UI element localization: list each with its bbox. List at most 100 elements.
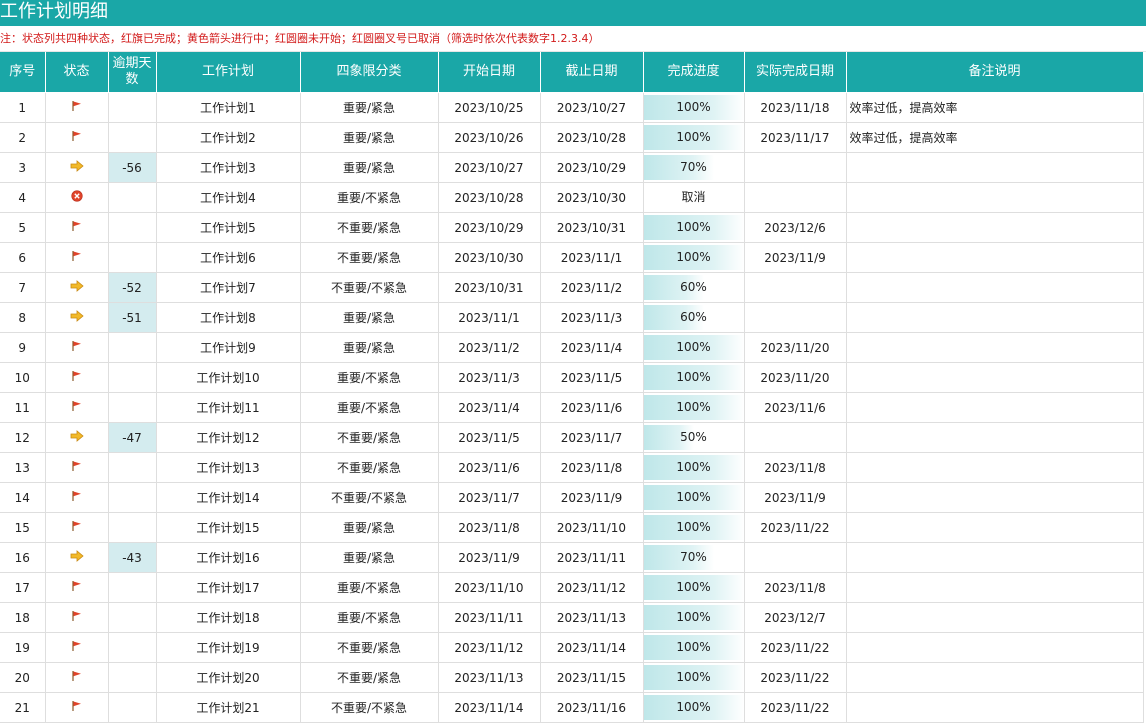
cell-progress[interactable]: 50% (643, 422, 745, 453)
cell-status[interactable] (45, 512, 109, 543)
cell-end-date[interactable]: 2023/11/1 (540, 242, 644, 273)
cell-quadrant[interactable]: 不重要/不紧急 (300, 692, 439, 723)
cell-quadrant[interactable]: 不重要/紧急 (300, 632, 439, 663)
cell-no[interactable]: 15 (0, 512, 46, 543)
cell-start-date[interactable]: 2023/11/2 (438, 332, 541, 363)
cell-actual-date[interactable] (744, 302, 847, 333)
cell-quadrant[interactable]: 不重要/不紧急 (300, 272, 439, 303)
cell-quadrant[interactable]: 重要/紧急 (300, 122, 439, 153)
header-start-date[interactable]: 开始日期 (438, 52, 541, 93)
cell-overdue-days[interactable] (108, 392, 157, 423)
cell-no[interactable]: 2 (0, 122, 46, 153)
cell-progress[interactable]: 100% (643, 662, 745, 693)
cell-start-date[interactable]: 2023/10/30 (438, 242, 541, 273)
cell-remark[interactable]: 效率过低，提高效率 (846, 92, 1144, 123)
cell-end-date[interactable]: 2023/11/10 (540, 512, 644, 543)
cell-plan[interactable]: 工作计划8 (156, 302, 301, 333)
cell-actual-date[interactable]: 2023/11/17 (744, 122, 847, 153)
cell-end-date[interactable]: 2023/11/2 (540, 272, 644, 303)
cell-progress[interactable]: 100% (643, 572, 745, 603)
cell-overdue-days[interactable] (108, 212, 157, 243)
cell-overdue-days[interactable] (108, 632, 157, 663)
cell-start-date[interactable]: 2023/11/5 (438, 422, 541, 453)
header-plan[interactable]: 工作计划 (156, 52, 301, 93)
header-actual-date[interactable]: 实际完成日期 (744, 52, 847, 93)
cell-progress[interactable]: 100% (643, 482, 745, 513)
cell-start-date[interactable]: 2023/10/29 (438, 212, 541, 243)
cell-quadrant[interactable]: 重要/紧急 (300, 92, 439, 123)
cell-progress[interactable]: 70% (643, 542, 745, 573)
cell-no[interactable]: 13 (0, 452, 46, 483)
cell-status[interactable] (45, 392, 109, 423)
cell-start-date[interactable]: 2023/10/28 (438, 182, 541, 213)
cell-start-date[interactable]: 2023/11/9 (438, 542, 541, 573)
cell-quadrant[interactable]: 不重要/紧急 (300, 662, 439, 693)
cell-end-date[interactable]: 2023/11/9 (540, 482, 644, 513)
cell-remark[interactable]: 效率过低，提高效率 (846, 122, 1144, 153)
cell-status[interactable] (45, 422, 109, 453)
cell-overdue-days[interactable] (108, 452, 157, 483)
cell-plan[interactable]: 工作计划9 (156, 332, 301, 363)
cell-no[interactable]: 8 (0, 302, 46, 333)
cell-quadrant[interactable]: 重要/紧急 (300, 302, 439, 333)
cell-remark[interactable] (846, 692, 1144, 723)
header-status[interactable]: 状态 (45, 52, 109, 93)
cell-quadrant[interactable]: 不重要/紧急 (300, 212, 439, 243)
cell-remark[interactable] (846, 602, 1144, 633)
cell-status[interactable] (45, 152, 109, 183)
cell-overdue-days[interactable] (108, 662, 157, 693)
cell-status[interactable] (45, 542, 109, 573)
cell-progress[interactable]: 100% (643, 242, 745, 273)
cell-end-date[interactable]: 2023/11/6 (540, 392, 644, 423)
cell-remark[interactable] (846, 392, 1144, 423)
cell-progress[interactable]: 100% (643, 332, 745, 363)
cell-remark[interactable] (846, 212, 1144, 243)
cell-start-date[interactable]: 2023/11/12 (438, 632, 541, 663)
cell-no[interactable]: 14 (0, 482, 46, 513)
cell-plan[interactable]: 工作计划6 (156, 242, 301, 273)
cell-plan[interactable]: 工作计划5 (156, 212, 301, 243)
cell-overdue-days[interactable] (108, 182, 157, 213)
cell-end-date[interactable]: 2023/11/3 (540, 302, 644, 333)
cell-no[interactable]: 16 (0, 542, 46, 573)
cell-quadrant[interactable]: 重要/不紧急 (300, 602, 439, 633)
cell-quadrant[interactable]: 不重要/紧急 (300, 452, 439, 483)
cell-plan[interactable]: 工作计划21 (156, 692, 301, 723)
cell-plan[interactable]: 工作计划18 (156, 602, 301, 633)
cell-remark[interactable] (846, 662, 1144, 693)
cell-plan[interactable]: 工作计划11 (156, 392, 301, 423)
cell-quadrant[interactable]: 重要/不紧急 (300, 362, 439, 393)
cell-end-date[interactable]: 2023/11/12 (540, 572, 644, 603)
cell-status[interactable] (45, 242, 109, 273)
cell-remark[interactable] (846, 422, 1144, 453)
cell-remark[interactable] (846, 332, 1144, 363)
cell-start-date[interactable]: 2023/10/31 (438, 272, 541, 303)
cell-no[interactable]: 6 (0, 242, 46, 273)
cell-start-date[interactable]: 2023/11/10 (438, 572, 541, 603)
cell-overdue-days[interactable] (108, 602, 157, 633)
cell-status[interactable] (45, 332, 109, 363)
cell-end-date[interactable]: 2023/10/30 (540, 182, 644, 213)
header-remark[interactable]: 备注说明 (846, 52, 1144, 93)
cell-actual-date[interactable] (744, 182, 847, 213)
cell-status[interactable] (45, 482, 109, 513)
cell-end-date[interactable]: 2023/11/7 (540, 422, 644, 453)
cell-end-date[interactable]: 2023/11/11 (540, 542, 644, 573)
cell-quadrant[interactable]: 重要/不紧急 (300, 182, 439, 213)
cell-overdue-days[interactable] (108, 482, 157, 513)
cell-actual-date[interactable]: 2023/12/6 (744, 212, 847, 243)
cell-no[interactable]: 18 (0, 602, 46, 633)
cell-no[interactable]: 5 (0, 212, 46, 243)
cell-no[interactable]: 4 (0, 182, 46, 213)
cell-status[interactable] (45, 692, 109, 723)
cell-status[interactable] (45, 212, 109, 243)
cell-end-date[interactable]: 2023/11/13 (540, 602, 644, 633)
cell-end-date[interactable]: 2023/11/8 (540, 452, 644, 483)
header-progress[interactable]: 完成进度 (643, 52, 745, 93)
cell-overdue-days[interactable] (108, 242, 157, 273)
cell-actual-date[interactable] (744, 152, 847, 183)
header-end-date[interactable]: 截止日期 (540, 52, 644, 93)
cell-status[interactable] (45, 632, 109, 663)
cell-start-date[interactable]: 2023/11/8 (438, 512, 541, 543)
cell-remark[interactable] (846, 542, 1144, 573)
